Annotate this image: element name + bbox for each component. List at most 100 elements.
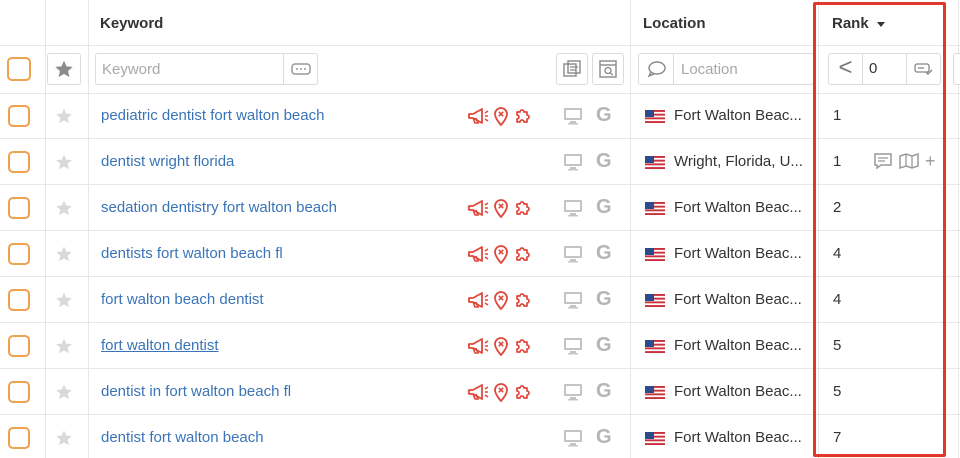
filter-row: < 0 <box>0 46 960 93</box>
star-icon[interactable] <box>55 153 73 171</box>
rank-column-header[interactable]: Rank <box>832 0 885 46</box>
star-icon[interactable] <box>55 383 73 401</box>
table-row: dentist fort walton beach G Fort Walton Be… <box>0 415 960 458</box>
table-row: dentist in fort walton beach fl G Fort Wa… <box>0 369 960 415</box>
megaphone-icon <box>468 292 489 308</box>
extra-filter-button[interactable] <box>953 53 960 85</box>
desktop-icon <box>564 430 582 447</box>
rank-value: 7 <box>833 429 842 446</box>
location-filter-input[interactable] <box>675 54 805 84</box>
star-icon <box>55 60 73 78</box>
megaphone-icon <box>468 108 489 124</box>
puzzle-piece-icon <box>516 385 530 399</box>
favorite-filter-button[interactable] <box>47 53 81 85</box>
keyword-link[interactable]: dentist in fort walton beach fl <box>101 369 291 415</box>
rank-value: 2 <box>833 199 842 216</box>
row-checkbox[interactable] <box>8 243 30 265</box>
search-window-icon <box>599 60 617 78</box>
star-icon[interactable] <box>55 107 73 125</box>
rank-value: 4 <box>833 245 842 262</box>
keyword-link[interactable]: fort walton dentist <box>101 323 219 369</box>
puzzle-piece-icon <box>516 109 530 123</box>
star-icon[interactable] <box>55 291 73 309</box>
rank-filter: < 0 <box>828 53 941 85</box>
table-row: fort walton dentist G Fort Walton Beac...… <box>0 323 960 369</box>
keyboard-icon[interactable] <box>283 54 317 84</box>
serp-features-icon <box>563 60 581 77</box>
us-flag-icon <box>645 432 665 445</box>
serp-features <box>467 336 539 356</box>
keyword-link[interactable]: dentist fort walton beach <box>101 415 264 458</box>
row-checkbox[interactable] <box>8 427 30 449</box>
desktop-icon <box>564 246 582 263</box>
search-preview-filter-button[interactable] <box>592 53 624 85</box>
google-icon: G <box>596 380 612 402</box>
google-icon: G <box>596 104 612 126</box>
keyword-filter <box>95 53 318 85</box>
add-icon[interactable]: + <box>925 152 936 170</box>
tag-filter-icon[interactable] <box>906 54 940 84</box>
map-pin-x-icon <box>494 107 508 126</box>
megaphone-icon <box>468 384 489 400</box>
rank-value: 4 <box>833 291 842 308</box>
table-row: dentists fort walton beach fl G Fort Walt… <box>0 231 960 277</box>
location-filter <box>638 53 814 85</box>
us-flag-icon <box>645 110 665 123</box>
row-checkbox[interactable] <box>8 197 30 219</box>
table-row: pediatric dentist fort walton beach G For… <box>0 93 960 139</box>
select-all-checkbox[interactable] <box>7 57 31 81</box>
row-checkbox[interactable] <box>8 151 30 173</box>
star-icon[interactable] <box>55 337 73 355</box>
location-text: Wright, Florida, U... <box>674 153 803 170</box>
keyword-link[interactable]: dentists fort walton beach fl <box>101 231 283 277</box>
megaphone-icon <box>468 338 489 354</box>
rank-value: 1 <box>833 153 842 170</box>
serp-features-filter-button[interactable] <box>556 53 588 85</box>
row-tools: + <box>873 152 936 170</box>
serp-features <box>467 244 539 264</box>
location-column-header[interactable]: Location <box>643 0 706 46</box>
location-text: Fort Walton Beac... <box>674 199 802 216</box>
rank-value-input[interactable]: 0 <box>869 54 877 84</box>
map-pin-x-icon <box>494 245 508 264</box>
us-flag-icon <box>645 248 665 261</box>
keyword-link[interactable]: pediatric dentist fort walton beach <box>101 93 324 139</box>
keyword-column-header[interactable]: Keyword <box>100 0 163 46</box>
megaphone-icon <box>468 246 489 262</box>
rank-value: 5 <box>833 337 842 354</box>
star-icon[interactable] <box>55 199 73 217</box>
row-checkbox[interactable] <box>8 289 30 311</box>
megaphone-icon <box>468 200 489 216</box>
keyword-link[interactable]: sedation dentistry fort walton beach <box>101 185 337 231</box>
comment-icon <box>647 60 667 83</box>
us-flag-icon <box>645 386 665 399</box>
us-flag-icon <box>645 202 665 215</box>
puzzle-piece-icon <box>516 201 530 215</box>
row-checkbox[interactable] <box>8 381 30 403</box>
google-icon: G <box>596 334 612 356</box>
us-flag-icon <box>645 156 665 169</box>
location-text: Fort Walton Beac... <box>674 291 802 308</box>
desktop-icon <box>564 338 582 355</box>
star-icon[interactable] <box>55 245 73 263</box>
keyword-link[interactable]: fort walton beach dentist <box>101 277 264 323</box>
location-text: Fort Walton Beac... <box>674 107 802 124</box>
keyword-link[interactable]: dentist wright florida <box>101 139 234 185</box>
table-row: dentist wright florida G Wright, Florida, … <box>0 139 960 185</box>
map-icon[interactable] <box>899 152 919 170</box>
rank-value: 5 <box>833 383 842 400</box>
keyword-filter-input[interactable] <box>96 54 281 84</box>
puzzle-piece-icon <box>516 293 530 307</box>
desktop-icon <box>564 108 582 125</box>
row-checkbox[interactable] <box>8 335 30 357</box>
serp-features <box>467 106 539 126</box>
location-text: Fort Walton Beac... <box>674 383 802 400</box>
row-checkbox[interactable] <box>8 105 30 127</box>
google-icon: G <box>596 288 612 310</box>
location-text: Fort Walton Beac... <box>674 337 802 354</box>
us-flag-icon <box>645 294 665 307</box>
location-text: Fort Walton Beac... <box>674 245 802 262</box>
note-icon[interactable] <box>873 152 893 170</box>
star-icon[interactable] <box>55 429 73 447</box>
rank-operator-select[interactable]: < <box>829 54 863 84</box>
